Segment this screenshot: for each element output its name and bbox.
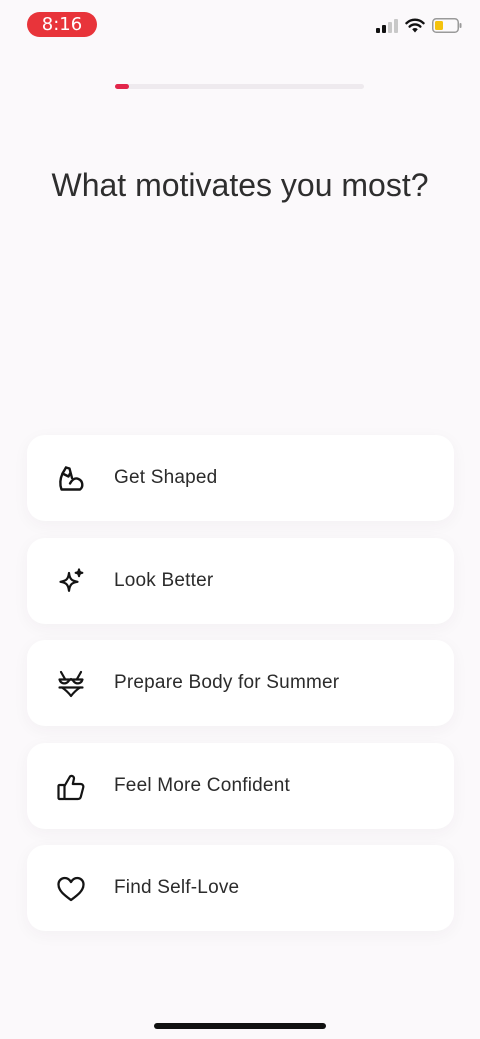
bikini-icon [55, 668, 87, 700]
thumbs-up-icon [55, 771, 87, 803]
question-title: What motivates you most? [51, 167, 429, 203]
option-label: Find Self-Love [114, 877, 240, 898]
option-label: Feel More Confident [114, 774, 290, 796]
options-list: Get Shaped Look Better Prepare Body for … [27, 435, 454, 948]
option-prepare-body-for-summer[interactable]: Prepare Body for Summer [27, 640, 454, 726]
cellular-signal-icon [376, 18, 398, 38]
option-find-self-love[interactable]: Find Self-Love [27, 845, 454, 931]
option-feel-more-confident[interactable]: Feel More Confident [27, 742, 454, 829]
home-indicator[interactable] [154, 1023, 326, 1029]
flexed-arm-icon [55, 463, 87, 495]
battery-low-icon [432, 18, 462, 38]
option-label: Prepare Body for Summer [114, 672, 340, 693]
screen: 8:16 What motivates you most? Get Shaped… [0, 0, 480, 1039]
progress-fill [115, 84, 129, 89]
wifi-icon [405, 18, 425, 38]
status-bar: 8:16 [0, 0, 480, 48]
status-icons [376, 18, 462, 38]
progress-bar [115, 84, 364, 89]
option-get-shaped[interactable]: Get Shaped [27, 435, 454, 521]
status-time: 8:16 [27, 12, 97, 37]
option-label: Look Better [114, 569, 214, 591]
sparkle-icon [55, 566, 87, 598]
heart-icon [55, 873, 87, 905]
option-look-better[interactable]: Look Better [27, 537, 454, 624]
option-label: Get Shaped [114, 467, 218, 488]
